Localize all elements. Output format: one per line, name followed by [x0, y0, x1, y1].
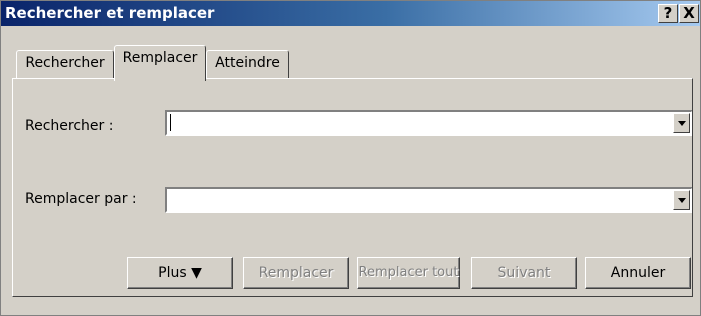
find-replace-dialog: Rechercher et remplacer ? X Rechercher R…: [0, 0, 701, 316]
title-bar[interactable]: Rechercher et remplacer ? X: [1, 1, 700, 26]
close-button[interactable]: X: [679, 4, 699, 23]
window-title: Rechercher et remplacer: [5, 4, 215, 22]
tab-panel: [12, 78, 693, 297]
tab-remplacer[interactable]: Remplacer: [114, 45, 206, 81]
tab-rechercher[interactable]: Rechercher: [16, 50, 114, 78]
tab-atteindre[interactable]: Atteindre: [206, 50, 289, 78]
help-button[interactable]: ?: [658, 4, 678, 23]
